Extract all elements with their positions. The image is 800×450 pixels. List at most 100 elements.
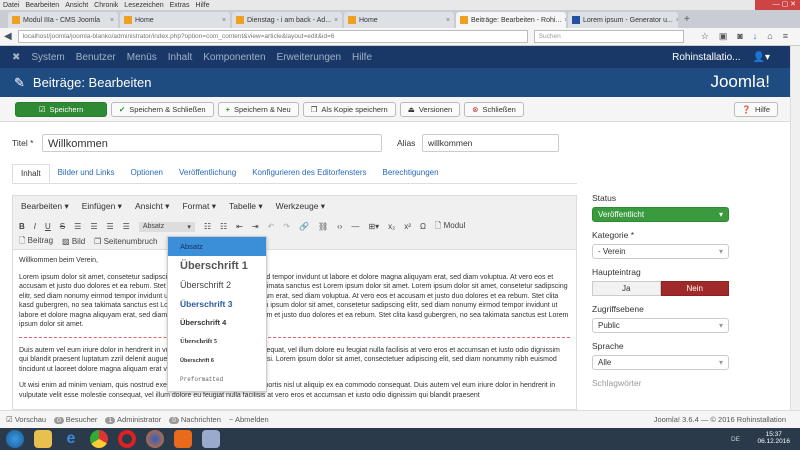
menu-lesezeichen[interactable]: Lesezeichen: [124, 2, 163, 9]
category-select[interactable]: - Verein ▾: [592, 244, 729, 259]
explorer-icon[interactable]: [34, 430, 52, 448]
browser-tab[interactable]: Lorem ipsum - Generator u... ×: [568, 12, 678, 28]
tab-optionen[interactable]: Optionen: [123, 164, 171, 183]
nav-inhalt[interactable]: Inhalt: [168, 52, 192, 63]
notepad-icon[interactable]: [202, 430, 220, 448]
code-icon[interactable]: ‹›: [337, 222, 342, 231]
save-button[interactable]: ☑ Speichern: [15, 101, 107, 117]
clock[interactable]: 15:37 06.12.2016: [757, 431, 790, 445]
title-input[interactable]: Willkommen: [42, 134, 382, 152]
align-center-icon[interactable]: ☰: [90, 222, 97, 231]
format-option-h3[interactable]: Überschrift 3: [168, 294, 266, 313]
status-select[interactable]: Veröffentlicht ▾: [592, 207, 729, 222]
menu-bearbeiten[interactable]: Bearbeiten: [25, 2, 59, 9]
tab-inhalt[interactable]: Inhalt: [12, 164, 50, 183]
preview-link[interactable]: ☑ Vorschau: [6, 415, 46, 424]
editor-menu-format[interactable]: Format ▾: [182, 201, 216, 212]
beitrag-button[interactable]: 🗋 Beitrag: [19, 235, 53, 249]
seitenumbruch-button[interactable]: ❐ Seitenumbruch: [94, 237, 157, 246]
start-icon[interactable]: [6, 430, 24, 448]
browser-tab[interactable]: Home ×: [344, 12, 454, 28]
format-option-h4[interactable]: Überschrift 4: [168, 313, 266, 332]
tab-berechtigungen[interactable]: Berechtigungen: [375, 164, 447, 183]
format-option-h1[interactable]: Überschrift 1: [168, 256, 266, 275]
outdent-icon[interactable]: ⇤: [236, 222, 243, 231]
italic-icon[interactable]: I: [34, 222, 36, 231]
save-new-button[interactable]: + Speichern & Neu: [217, 101, 299, 117]
browser-tab-active[interactable]: Beiträge: Bearbeiten - Rohi...×: [456, 12, 566, 28]
close-icon[interactable]: ×: [676, 17, 678, 24]
language-indicator[interactable]: DE: [731, 436, 740, 443]
numbered-list-icon[interactable]: ☷: [220, 222, 227, 231]
tab-bilder-links[interactable]: Bilder und Links: [50, 164, 123, 183]
underline-icon[interactable]: U: [45, 222, 51, 231]
bild-button[interactable]: ▨ Bild: [62, 237, 85, 246]
editor-menu-einfuegen[interactable]: Einfügen ▾: [82, 201, 122, 212]
align-left-icon[interactable]: ☰: [74, 222, 81, 231]
access-select[interactable]: Public ▾: [592, 318, 729, 333]
nav-erweiterungen[interactable]: Erweiterungen: [277, 52, 341, 63]
format-option-absatz[interactable]: Absatz: [168, 237, 266, 256]
pocket-icon[interactable]: ◙: [737, 31, 742, 42]
download-icon[interactable]: ↓: [753, 31, 758, 42]
link-icon[interactable]: 🔗: [299, 222, 309, 231]
new-tab-icon[interactable]: +: [680, 14, 694, 28]
hamburger-menu-icon[interactable]: ≡: [783, 31, 788, 42]
format-select[interactable]: Absatz ▾: [138, 221, 195, 232]
align-right-icon[interactable]: ☰: [106, 222, 113, 231]
menu-ansicht[interactable]: Ansicht: [65, 2, 88, 9]
tab-veroeffentlichung[interactable]: Veröffentlichung: [171, 164, 244, 183]
editor-menu-bearbeiten[interactable]: Bearbeiten ▾: [21, 201, 69, 212]
bold-icon[interactable]: B: [19, 222, 25, 231]
xampp-icon[interactable]: [174, 430, 192, 448]
browser-tab[interactable]: Home ×: [120, 12, 230, 28]
subscript-icon[interactable]: x₂: [388, 222, 395, 231]
close-icon[interactable]: ×: [334, 17, 338, 24]
visitors[interactable]: 0 Besucher: [54, 415, 97, 424]
superscript-icon[interactable]: x²: [404, 222, 411, 231]
url-input[interactable]: localhost/joomla/joomla-blanko/administr…: [17, 30, 528, 43]
format-option-h2[interactable]: Überschrift 2: [168, 275, 266, 294]
featured-yes[interactable]: Ja: [592, 281, 661, 296]
search-input[interactable]: Suchen: [533, 30, 684, 43]
editor-menu-ansicht[interactable]: Ansicht ▾: [135, 201, 170, 212]
table-icon[interactable]: ⊞▾: [368, 222, 379, 231]
nav-komponenten[interactable]: Komponenten: [203, 52, 265, 63]
tab-editor-config[interactable]: Konfigurieren des Editorfensters: [244, 164, 374, 183]
user-icon[interactable]: 👤▾: [753, 52, 770, 63]
bullet-list-icon[interactable]: ☷: [204, 222, 211, 231]
alias-input[interactable]: willkommen: [422, 134, 559, 152]
close-icon[interactable]: ×: [564, 17, 566, 24]
editor-menu-tabelle[interactable]: Tabelle ▾: [229, 201, 263, 212]
joomla-icon[interactable]: ✖: [12, 52, 20, 63]
strikethrough-icon[interactable]: S: [60, 222, 65, 231]
chrome-icon[interactable]: [90, 430, 108, 448]
save-close-button[interactable]: ✔ Speichern & Schließen: [111, 101, 214, 117]
undo-icon[interactable]: ↶: [268, 222, 275, 231]
back-icon[interactable]: ◀: [4, 31, 12, 42]
browser-tab[interactable]: Modul IIIa - CMS Joomla ×: [8, 12, 118, 28]
clipboard-icon[interactable]: ▣: [719, 31, 728, 42]
page-scrollbar[interactable]: [790, 46, 800, 410]
menu-hilfe[interactable]: Hilfe: [195, 2, 209, 9]
horizontal-rule-icon[interactable]: —: [351, 222, 359, 231]
modul-button[interactable]: 🗋 Modul: [435, 220, 465, 234]
menu-extras[interactable]: Extras: [170, 2, 190, 9]
editor-content[interactable]: Willkommen beim Verein, Lorem ipsum dolo…: [13, 250, 576, 409]
browser-tab[interactable]: Dienstag - i am back - Ad... ×: [232, 12, 342, 28]
bookmark-star-icon[interactable]: ☆: [701, 31, 709, 42]
indent-icon[interactable]: ⇥: [252, 222, 259, 231]
messages[interactable]: 0 Nachrichten: [169, 415, 221, 424]
menu-chronik[interactable]: Chronik: [94, 2, 118, 9]
nav-benutzer[interactable]: Benutzer: [76, 52, 116, 63]
close-icon[interactable]: ×: [110, 17, 114, 24]
close-icon[interactable]: ×: [222, 17, 226, 24]
editor-menu-werkzeuge[interactable]: Werkzeuge ▾: [276, 201, 325, 212]
nav-menus[interactable]: Menüs: [127, 52, 157, 63]
align-justify-icon[interactable]: ☰: [123, 222, 130, 231]
site-link[interactable]: Rohinstallatio...: [672, 52, 740, 63]
omega-icon[interactable]: Ω: [420, 222, 426, 231]
featured-no[interactable]: Nein: [660, 281, 729, 296]
save-copy-button[interactable]: ❐ Als Kopie speichern: [302, 101, 396, 117]
logout-link[interactable]: − Abmelden: [229, 415, 269, 424]
